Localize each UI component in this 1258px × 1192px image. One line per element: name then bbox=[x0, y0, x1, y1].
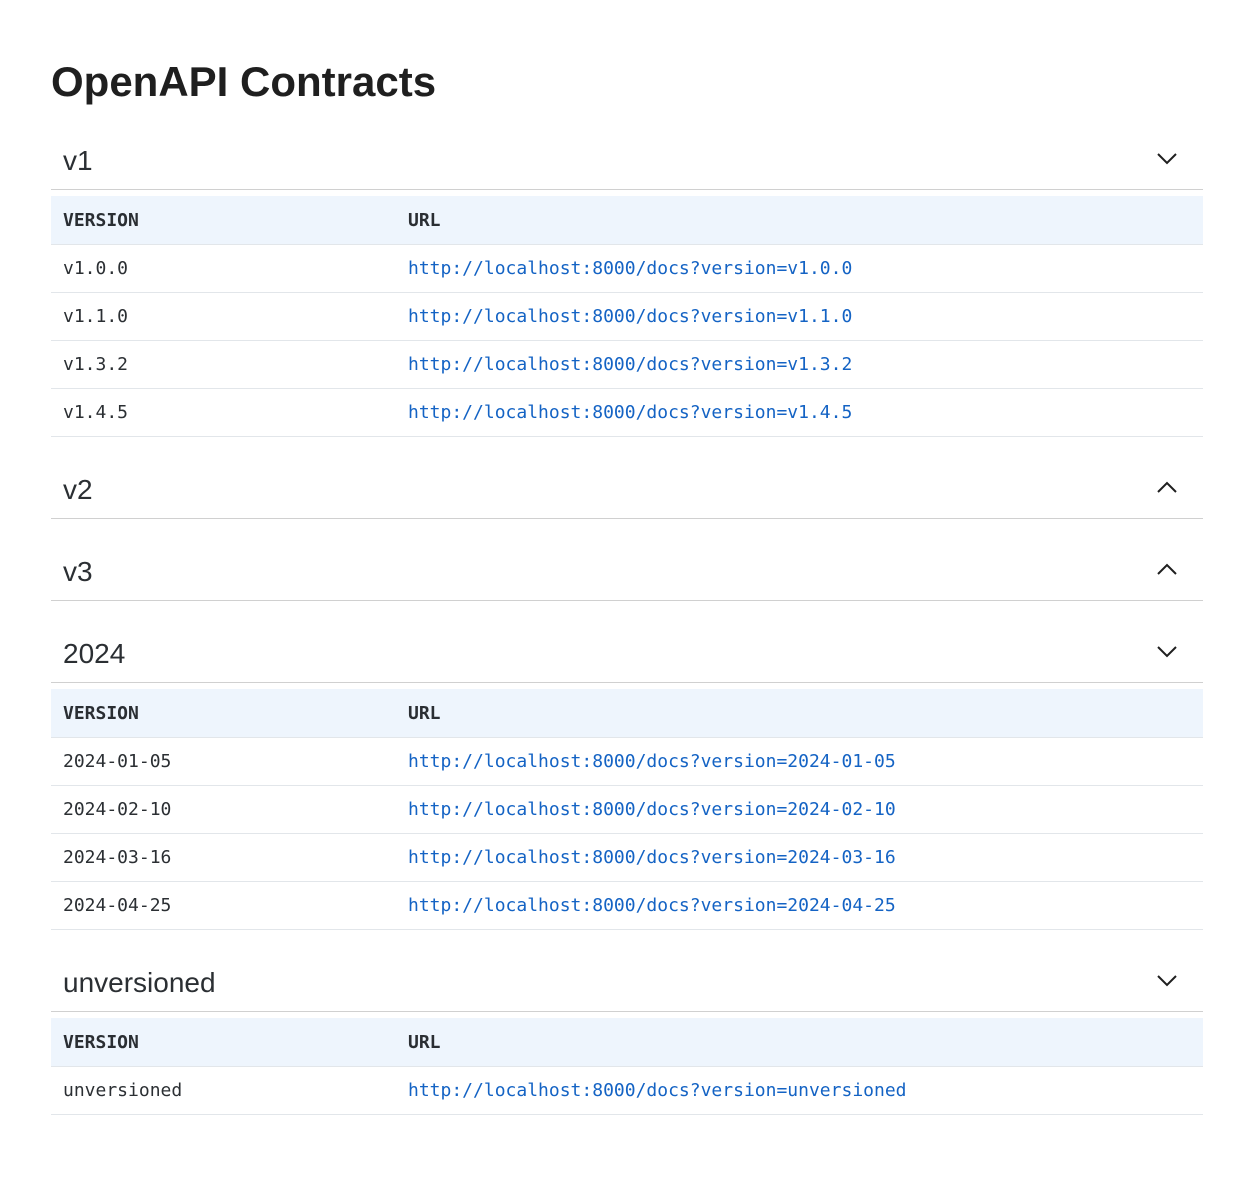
versions-table-wrap: VERSION URL 2024-01-05 http://localhost:… bbox=[51, 689, 1203, 930]
table-row: 2024-01-05 http://localhost:8000/docs?ve… bbox=[51, 737, 1203, 786]
url-link[interactable]: http://localhost:8000/docs?version=2024-… bbox=[408, 751, 896, 772]
table-row: v1.1.0 http://localhost:8000/docs?versio… bbox=[51, 292, 1203, 341]
url-link[interactable]: http://localhost:8000/docs?version=v1.0.… bbox=[408, 258, 852, 279]
chevron-up-icon[interactable] bbox=[1155, 557, 1179, 581]
chevron-down-icon[interactable] bbox=[1155, 968, 1179, 992]
version-cell: 2024-03-16 bbox=[51, 833, 396, 882]
url-link[interactable]: http://localhost:8000/docs?version=v1.1.… bbox=[408, 306, 852, 327]
version-cell: 2024-01-05 bbox=[51, 737, 396, 786]
column-header-url: URL bbox=[396, 1018, 1203, 1067]
table-row: v1.3.2 http://localhost:8000/docs?versio… bbox=[51, 340, 1203, 389]
versions-table-wrap: VERSION URL unversioned http://localhost… bbox=[51, 1018, 1203, 1115]
table-header-row: VERSION URL bbox=[51, 196, 1203, 245]
column-header-version: VERSION bbox=[51, 689, 396, 738]
url-cell: http://localhost:8000/docs?version=2024-… bbox=[396, 881, 1203, 930]
table-row: v1.0.0 http://localhost:8000/docs?versio… bbox=[51, 244, 1203, 293]
column-header-version: VERSION bbox=[51, 196, 396, 245]
url-cell: http://localhost:8000/docs?version=v1.1.… bbox=[396, 292, 1203, 341]
version-cell: v1.4.5 bbox=[51, 388, 396, 437]
url-link[interactable]: http://localhost:8000/docs?version=2024-… bbox=[408, 847, 896, 868]
url-link[interactable]: http://localhost:8000/docs?version=unver… bbox=[408, 1080, 907, 1101]
table-row: v1.4.5 http://localhost:8000/docs?versio… bbox=[51, 388, 1203, 437]
group-unversioned: unversioned VERSION URL unversioned http… bbox=[51, 954, 1203, 1115]
table-row: unversioned http://localhost:8000/docs?v… bbox=[51, 1066, 1203, 1115]
group-header-2024[interactable]: 2024 bbox=[51, 625, 1203, 683]
version-cell: v1.3.2 bbox=[51, 340, 396, 389]
version-cell: v1.0.0 bbox=[51, 244, 396, 293]
url-link[interactable]: http://localhost:8000/docs?version=v1.3.… bbox=[408, 354, 852, 375]
group-v1: v1 VERSION URL v1.0.0 http://localhost:8… bbox=[51, 132, 1203, 437]
chevron-down-icon[interactable] bbox=[1155, 146, 1179, 170]
versions-table: VERSION URL 2024-01-05 http://localhost:… bbox=[51, 689, 1203, 930]
chevron-up-icon[interactable] bbox=[1155, 475, 1179, 499]
group-header-v3[interactable]: v3 bbox=[51, 543, 1203, 601]
group-title: v2 bbox=[63, 474, 93, 505]
group-header-unversioned[interactable]: unversioned bbox=[51, 954, 1203, 1012]
url-cell: http://localhost:8000/docs?version=unver… bbox=[396, 1066, 1203, 1115]
group-title: unversioned bbox=[63, 967, 216, 998]
version-cell: v1.1.0 bbox=[51, 292, 396, 341]
url-cell: http://localhost:8000/docs?version=2024-… bbox=[396, 785, 1203, 834]
chevron-down-icon[interactable] bbox=[1155, 639, 1179, 663]
url-cell: http://localhost:8000/docs?version=v1.0.… bbox=[396, 244, 1203, 293]
url-link[interactable]: http://localhost:8000/docs?version=2024-… bbox=[408, 895, 896, 916]
table-row: 2024-02-10 http://localhost:8000/docs?ve… bbox=[51, 785, 1203, 834]
group-title: v1 bbox=[63, 145, 93, 176]
url-cell: http://localhost:8000/docs?version=v1.4.… bbox=[396, 388, 1203, 437]
versions-table-wrap: VERSION URL v1.0.0 http://localhost:8000… bbox=[51, 196, 1203, 437]
page-title: OpenAPI Contracts bbox=[51, 58, 437, 105]
group-v2: v2 bbox=[51, 461, 1203, 519]
group-v3: v3 bbox=[51, 543, 1203, 601]
group-title: 2024 bbox=[63, 638, 126, 669]
table-header-row: VERSION URL bbox=[51, 689, 1203, 738]
version-cell: 2024-04-25 bbox=[51, 881, 396, 930]
url-link[interactable]: http://localhost:8000/docs?version=v1.4.… bbox=[408, 402, 852, 423]
url-cell: http://localhost:8000/docs?version=2024-… bbox=[396, 833, 1203, 882]
version-cell: 2024-02-10 bbox=[51, 785, 396, 834]
table-header-row: VERSION URL bbox=[51, 1018, 1203, 1067]
group-header-v2[interactable]: v2 bbox=[51, 461, 1203, 519]
url-cell: http://localhost:8000/docs?version=v1.3.… bbox=[396, 340, 1203, 389]
column-header-url: URL bbox=[396, 196, 1203, 245]
group-2024: 2024 VERSION URL 2024-01-05 http://local… bbox=[51, 625, 1203, 930]
column-header-version: VERSION bbox=[51, 1018, 396, 1067]
table-row: 2024-04-25 http://localhost:8000/docs?ve… bbox=[51, 881, 1203, 930]
url-link[interactable]: http://localhost:8000/docs?version=2024-… bbox=[408, 799, 896, 820]
column-header-url: URL bbox=[396, 689, 1203, 738]
versions-table: VERSION URL unversioned http://localhost… bbox=[51, 1018, 1203, 1115]
versions-table: VERSION URL v1.0.0 http://localhost:8000… bbox=[51, 196, 1203, 437]
version-groups: v1 VERSION URL v1.0.0 http://localhost:8… bbox=[51, 132, 1203, 1115]
group-header-v1[interactable]: v1 bbox=[51, 132, 1203, 190]
group-title: v3 bbox=[63, 556, 93, 587]
version-cell: unversioned bbox=[51, 1066, 396, 1115]
url-cell: http://localhost:8000/docs?version=2024-… bbox=[396, 737, 1203, 786]
table-row: 2024-03-16 http://localhost:8000/docs?ve… bbox=[51, 833, 1203, 882]
page: OpenAPI Contracts v1 VERSION URL v1.0.0 … bbox=[0, 0, 1258, 1115]
